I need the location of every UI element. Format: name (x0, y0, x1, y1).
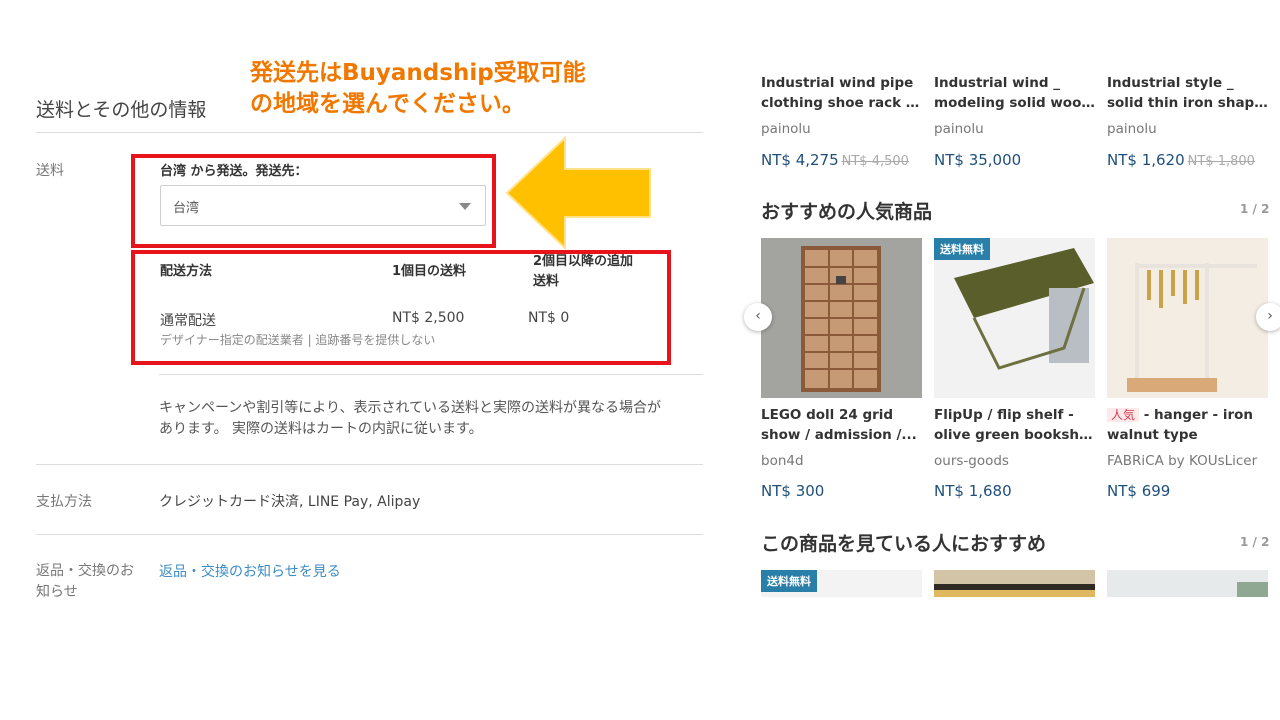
chevron-left-icon: ‹ (755, 308, 761, 324)
shop-name[interactable]: painolu (1107, 121, 1157, 137)
price: NT$ 300 (761, 482, 825, 500)
product-image[interactable]: 送料無料 (934, 238, 1095, 398)
price: NT$ 4,275 (761, 151, 839, 169)
product-photo (934, 570, 1095, 597)
divider (36, 132, 703, 133)
left-arrow-icon (505, 136, 651, 250)
section-heading: おすすめの人気商品 (761, 201, 933, 223)
highlight-box-shipping-table (131, 250, 671, 365)
highlight-box-destination (131, 154, 496, 248)
product-title[interactable]: Industrial style _ solid thin iron shap.… (1107, 73, 1269, 113)
carousel-next-button[interactable]: › (1256, 303, 1280, 331)
product-photo (934, 238, 1095, 398)
product-image[interactable] (1107, 570, 1268, 597)
carousel-prev-button[interactable]: ‹ (744, 303, 772, 331)
divider (36, 534, 703, 535)
product-title[interactable]: Industrial wind pipe clothing shoe rack … (761, 73, 923, 113)
original-price: NT$ 1,800 (1187, 154, 1255, 169)
price: NT$ 699 (1107, 482, 1171, 500)
product-image[interactable] (761, 238, 922, 398)
section-title: 送料とその他の情報 (36, 99, 207, 121)
price-block: NT$ 35,000 (934, 150, 1021, 169)
shop-name[interactable]: FABRiCA by KOUsLicer (1107, 453, 1272, 469)
product-title[interactable]: Industrial wind _ modeling solid woo... (934, 73, 1096, 113)
product-image[interactable] (934, 570, 1095, 597)
returns-label: 返品・交換のお 知らせ (36, 563, 134, 600)
price-block: NT$ 4,275 NT$ 4,500 (761, 150, 909, 169)
product-image[interactable] (1107, 238, 1268, 398)
annotation-text: 発送先はBuyandship受取可能 の地域を選んでください。 (250, 60, 586, 117)
carousel-pager: 1 / 2 (1240, 202, 1270, 216)
shipping-disclaimer: キャンペーンや割引等により、表示されている送料と実際の送料が異なる場合が ありま… (159, 400, 662, 437)
original-price: NT$ 4,500 (841, 154, 909, 169)
product-title[interactable]: LEGO doll 24 grid show / admission /... (761, 405, 923, 445)
product-photo (761, 238, 922, 398)
shop-name[interactable]: bon4d (761, 453, 804, 469)
price: NT$ 1,680 (934, 482, 1012, 500)
carousel-pager: 1 / 2 (1240, 535, 1270, 549)
popular-tag: 人気 (1107, 408, 1140, 422)
product-image[interactable]: 送料無料 (761, 570, 922, 597)
divider (36, 464, 703, 465)
price-block: NT$ 1,620 NT$ 1,800 (1107, 150, 1255, 169)
section-heading: この商品を見ている人におすすめ (761, 533, 1047, 555)
shop-name[interactable]: painolu (934, 121, 984, 137)
payment-methods: クレジットカード決済, LINE Pay, Alipay (159, 494, 421, 510)
chevron-right-icon: › (1267, 308, 1273, 324)
divider (159, 374, 703, 375)
payment-label: 支払方法 (36, 494, 92, 510)
shop-name[interactable]: ours-goods (934, 453, 1009, 469)
price: NT$ 1,620 (1107, 151, 1185, 169)
product-photo (1107, 238, 1268, 398)
product-title[interactable]: 人気 - hanger - iron walnut type (1107, 405, 1269, 445)
free-shipping-badge: 送料無料 (761, 570, 817, 592)
returns-link[interactable]: 返品・交換のお知らせを見る (159, 561, 341, 581)
product-title[interactable]: FlipUp / flip shelf - olive green booksh… (934, 405, 1096, 445)
shipping-label: 送料 (36, 163, 64, 179)
free-shipping-badge: 送料無料 (934, 238, 990, 260)
shop-name[interactable]: painolu (761, 121, 811, 137)
price: NT$ 35,000 (934, 151, 1022, 169)
product-photo (1107, 570, 1268, 597)
